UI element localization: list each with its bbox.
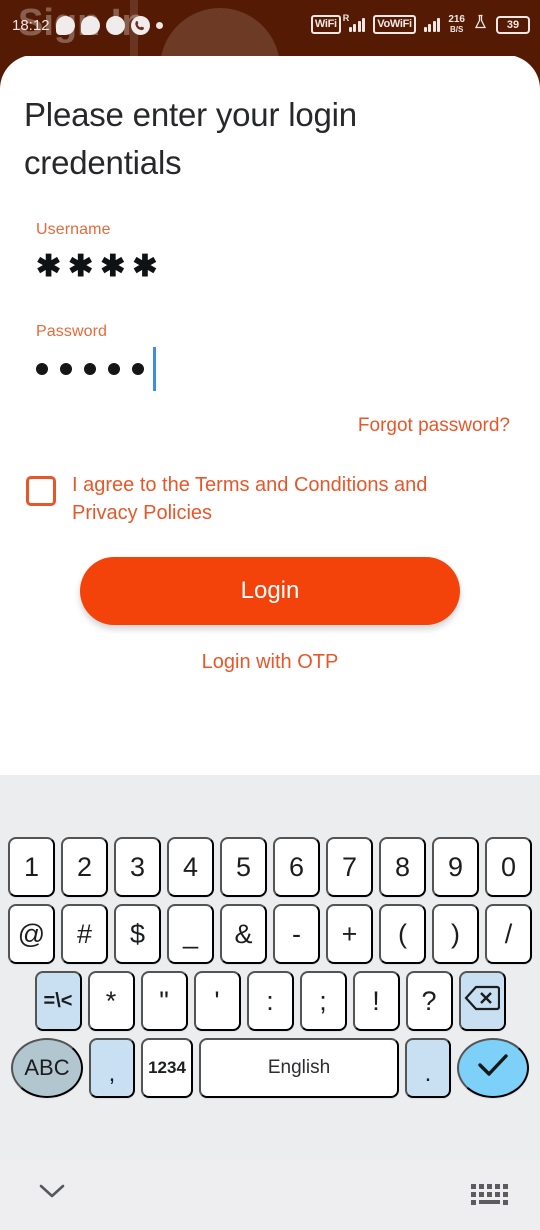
numeric-key-label: 1234 (148, 1058, 186, 1078)
login-button[interactable]: Login (80, 557, 460, 626)
status-bar-left: 18:12 (12, 16, 163, 35)
symbol-toggle-key[interactable]: =\< (34, 971, 82, 1031)
key-8[interactable]: 8 (379, 837, 426, 897)
on-screen-keyboard: 1 2 3 4 5 6 7 8 9 0 @ # $ _ & - + ( ) / … (0, 775, 540, 1160)
wifi-badge-icon: WiFi (310, 15, 341, 34)
watermark-shape (160, 8, 280, 86)
key-2[interactable]: 2 (61, 837, 108, 897)
login-card: Please enter your login credentials User… (0, 55, 540, 775)
notification-dot-icon (155, 22, 163, 29)
key-3[interactable]: 3 (114, 837, 161, 897)
key-single-quote[interactable]: ' (193, 971, 241, 1031)
key-4[interactable]: 4 (167, 837, 214, 897)
key-slash[interactable]: / (485, 904, 532, 964)
keyboard-row-bottom: ABC , 1234 English . (0, 1038, 540, 1098)
phone-call-icon (130, 16, 150, 35)
flask-icon (473, 14, 488, 35)
period-key[interactable]: . (405, 1038, 451, 1098)
checkmark-icon (476, 1052, 510, 1085)
username-field[interactable]: Username ✱✱✱✱ (22, 221, 518, 289)
username-label: Username (36, 220, 111, 238)
password-masked-value (36, 362, 144, 375)
message-bubble-icon (80, 16, 100, 35)
switch-keyboard-button[interactable] (471, 1184, 508, 1205)
network-speed-unit: B/S (449, 24, 464, 34)
key-6[interactable]: 6 (273, 837, 320, 897)
space-key[interactable]: English (199, 1038, 399, 1098)
message-bubble-icon (55, 16, 75, 35)
key-semicolon[interactable]: ; (299, 971, 347, 1031)
keyboard-row-symbols: @ # $ _ & - + ( ) / (0, 904, 540, 964)
key-underscore[interactable]: _ (167, 904, 214, 964)
password-input[interactable] (36, 346, 518, 391)
key-1[interactable]: 1 (8, 837, 55, 897)
roaming-signal-icon: R (343, 13, 366, 32)
network-speed-value: 216 (448, 13, 465, 25)
key-paren-open[interactable]: ( (379, 904, 426, 964)
password-field[interactable]: Password (22, 323, 518, 391)
forgot-password-link[interactable]: Forgot password? (22, 415, 518, 437)
key-plus[interactable]: + (326, 904, 373, 964)
key-0[interactable]: 0 (485, 837, 532, 897)
login-with-otp-link[interactable]: Login with OTP (22, 651, 518, 674)
key-minus[interactable]: - (273, 904, 320, 964)
key-double-quote[interactable]: " (140, 971, 188, 1031)
key-hash[interactable]: # (61, 904, 108, 964)
signal-bars-icon (348, 17, 366, 32)
battery-indicator: 39 (496, 15, 530, 34)
username-input[interactable]: ✱✱✱✱ (36, 245, 518, 289)
key-5[interactable]: 5 (220, 837, 267, 897)
backspace-key[interactable] (458, 971, 506, 1031)
signal-bars-icon (423, 17, 441, 32)
key-7[interactable]: 7 (326, 837, 373, 897)
key-at[interactable]: @ (8, 904, 55, 964)
keyboard-icon (471, 1184, 508, 1205)
terms-checkbox[interactable] (26, 475, 56, 506)
key-paren-close[interactable]: ) (432, 904, 479, 964)
navigation-bar (0, 1160, 540, 1230)
text-cursor (153, 346, 156, 391)
enter-key[interactable] (457, 1038, 529, 1098)
whatsapp-icon (105, 16, 125, 35)
key-ampersand[interactable]: & (220, 904, 267, 964)
network-speed-indicator: 216 B/S (448, 13, 465, 35)
terms-agreement-row[interactable]: I agree to the Terms and Conditions and … (22, 471, 518, 528)
terms-agreement-label[interactable]: I agree to the Terms and Conditions and … (72, 471, 492, 528)
keyboard-row-punctuation: =\< * " ' : ; ! ? (0, 971, 540, 1031)
key-dollar[interactable]: $ (114, 904, 161, 964)
key-exclamation[interactable]: ! (352, 971, 400, 1031)
numeric-layout-key[interactable]: 1234 (141, 1038, 193, 1098)
backspace-icon (464, 985, 501, 1018)
abc-layout-key[interactable]: ABC (11, 1038, 83, 1098)
vowifi-badge-icon: VoWiFi (373, 15, 416, 34)
key-colon[interactable]: : (246, 971, 294, 1031)
clock: 18:12 (12, 17, 50, 34)
key-asterisk[interactable]: * (87, 971, 135, 1031)
status-bar: Sign In 18:12 WiFi R VoWiFi 216 B/S (0, 0, 540, 86)
username-value: ✱✱✱✱ (36, 249, 165, 283)
phone-screen: Sign In 18:12 WiFi R VoWiFi 216 B/S (0, 0, 540, 1230)
roaming-letter: R (342, 13, 350, 23)
key-question[interactable]: ? (405, 971, 453, 1031)
hide-keyboard-button[interactable] (38, 1182, 66, 1205)
comma-key[interactable]: , (89, 1038, 135, 1098)
keyboard-row-numbers: 1 2 3 4 5 6 7 8 9 0 (0, 837, 540, 897)
page-title: Please enter your login credentials (24, 96, 357, 181)
key-9[interactable]: 9 (432, 837, 479, 897)
chevron-down-icon (38, 1184, 66, 1204)
status-bar-right: WiFi R VoWiFi 216 B/S 39 (310, 13, 530, 35)
password-label: Password (36, 322, 108, 340)
